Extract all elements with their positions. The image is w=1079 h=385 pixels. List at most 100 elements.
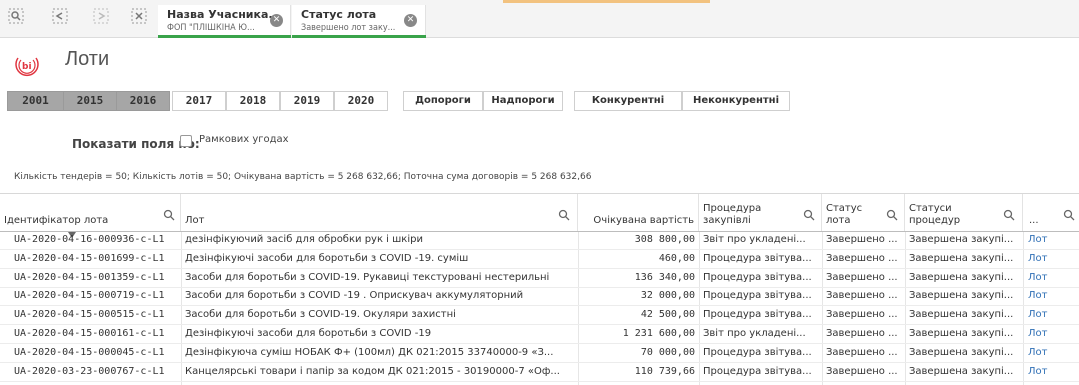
cell-lot-status: Завершено ... — [826, 252, 898, 264]
cell-procedure: Звіт про укладені... — [703, 328, 806, 339]
column-label: Процедура закупівлі — [703, 203, 762, 226]
cell-lot-id: UA-2020-04-16-000936-c-L1 — [14, 234, 165, 245]
search-icon[interactable] — [803, 206, 815, 221]
search-icon[interactable] — [1063, 206, 1075, 221]
cell-lot: Дезінфікуючі засоби для боротьби з COVID… — [185, 328, 432, 339]
table-row[interactable]: UA-2020-04-15-000045-c-L1 Дезінфікуюча су… — [0, 345, 1079, 363]
cell-lot: Дезінфікуюча суміш НОБАК Ф+ (100мл) ДК 0… — [185, 346, 554, 358]
cell-lot-id: UA-2020-04-15-000161-c-L1 — [14, 328, 165, 339]
bi-logo-icon: bi — [13, 50, 41, 78]
cell-lot: дезінфікуючий засіб для обробки рук і шк… — [185, 234, 423, 245]
table-row[interactable]: UA-2020-04-15-001699-c-L1 Дезінфікуючі за… — [0, 251, 1079, 269]
cell-procedure: Процедура звітува... — [703, 252, 812, 264]
framework-agreements-label[interactable]: Рамкових угодах — [199, 134, 289, 145]
step-forward-icon[interactable] — [90, 8, 112, 30]
cell-lot-id: UA-2020-04-15-000045-c-L1 — [14, 346, 165, 358]
selection-bar — [292, 35, 426, 38]
column-header-procedure[interactable]: Процедура закупівлі — [699, 194, 822, 232]
non-competitive-button[interactable]: Неконкурентні — [682, 91, 790, 111]
cell-procedure-status: Завершена закупі... — [909, 328, 1014, 339]
column-header-lot-id[interactable]: Ідентифікатор лота — [0, 194, 181, 232]
search-icon[interactable] — [1003, 206, 1015, 221]
close-circle-icon[interactable]: ✕ — [270, 14, 283, 27]
column-label: Лот — [185, 215, 205, 226]
selection-chip-lot-status[interactable]: Статус лота Завершено лот заку... ✕ — [292, 5, 426, 38]
column-header-lot[interactable]: Лот — [181, 194, 578, 232]
cell-expected-value: 32 000,00 — [640, 290, 695, 302]
table-row[interactable]: UA-2020-04-15-000719-c-L1 Засоби для боро… — [0, 288, 1079, 307]
year-button-2017[interactable]: 2017 — [172, 91, 226, 111]
cell-lot-status: Завершено ... — [826, 346, 898, 358]
cell-expected-value: 460,00 — [658, 252, 695, 264]
cell-procedure-status: Завершена закупі... — [909, 309, 1014, 321]
lot-link[interactable]: Лот — [1028, 328, 1068, 339]
cell-expected-value: 42 500,00 — [640, 309, 695, 321]
cell-lot-id: UA-2020-04-15-000719-c-L1 — [14, 290, 165, 302]
cell-procedure-status: Завершена закупі... — [909, 346, 1014, 358]
search-icon[interactable] — [886, 206, 898, 221]
cell-lot-id: UA-2020-04-15-000515-c-L1 — [14, 309, 165, 321]
search-icon[interactable] — [163, 206, 175, 221]
table-row[interactable]: UA-2020-04-15-000515-c-L1 Засоби для боро… — [0, 307, 1079, 326]
cell-lot-status: Завершено ... — [826, 234, 898, 245]
below-threshold-button[interactable]: Допороги — [403, 91, 483, 111]
column-label: Статус лота — [826, 203, 863, 226]
cell-procedure: Процедура звітува... — [703, 309, 812, 321]
column-label: ... — [1029, 215, 1039, 226]
table-row[interactable]: UA-2020-04-15-000161-c-L1 Дезінфікуючі за… — [0, 326, 1079, 344]
lot-link[interactable]: Лот — [1028, 366, 1068, 377]
selection-value: Завершено лот заку... — [301, 23, 396, 33]
cell-lot: Канцелярські товари і папір за кодом ДК … — [185, 365, 560, 377]
zoom-selection-icon[interactable] — [5, 8, 27, 30]
year-button-2016[interactable]: 2016 — [116, 91, 170, 111]
framework-agreements-checkbox[interactable] — [180, 135, 192, 147]
cell-lot: Засоби для боротьби з COVID -19 . Оприск… — [185, 290, 524, 302]
cell-lot-status: Завершено ... — [826, 271, 898, 283]
selection-chip-participant[interactable]: Назва Учасника... ФОП "ПЛІШКІНА Ю... ✕ — [158, 5, 291, 38]
column-header-expected-value[interactable]: Очікувана вартість — [578, 194, 699, 232]
cell-procedure: Процедура звітува... — [703, 365, 812, 377]
cell-lot: Засоби для боротьби з COVID-19. Окуляри … — [185, 309, 456, 321]
column-label: Очікувана вартість — [593, 215, 694, 226]
above-threshold-button[interactable]: Надпороги — [483, 91, 563, 111]
lot-link[interactable]: Лот — [1028, 253, 1068, 264]
summary-text: Кількість тендерів = 50; Кількість лотів… — [14, 172, 592, 182]
cell-procedure: Процедура звітува... — [703, 346, 812, 358]
page-title: Лоти — [65, 48, 110, 70]
table-row[interactable]: UA-2020-04-15-001359-c-L1 Засоби для боро… — [0, 270, 1079, 288]
search-icon[interactable] — [558, 206, 570, 221]
lot-link[interactable]: Лот — [1028, 290, 1068, 301]
lot-link[interactable]: Лот — [1028, 309, 1068, 320]
year-button-2019[interactable]: 2019 — [280, 91, 334, 111]
column-label: Статуси процедур — [909, 203, 961, 226]
close-circle-icon[interactable]: ✕ — [404, 14, 417, 27]
step-back-icon[interactable] — [49, 8, 71, 30]
year-button-2015[interactable]: 2015 — [63, 91, 117, 111]
clear-selections-icon[interactable] — [128, 8, 150, 30]
lot-link[interactable]: Лот — [1028, 272, 1068, 283]
column-header-more[interactable]: ... — [1023, 194, 1079, 232]
column-header-lot-status[interactable]: Статус лота — [822, 194, 905, 232]
selection-title: Статус лота — [301, 8, 377, 21]
lot-link[interactable]: Лот — [1028, 347, 1068, 358]
selection-title: Назва Учасника... — [167, 8, 281, 21]
column-label: Ідентифікатор лота — [4, 215, 109, 226]
cell-lot: Дезінфікуючі засоби для боротьби з COVID… — [185, 252, 469, 264]
lot-link[interactable]: Лот — [1028, 234, 1068, 245]
year-button-2020[interactable]: 2020 — [334, 91, 388, 111]
cell-lot: Засоби для боротьби з COVID-19. Рукавиці… — [185, 271, 550, 283]
table-row[interactable]: UA-2020-03-23-000767-c-L1 Канцелярські то… — [0, 364, 1079, 382]
column-header-procedure-statuses[interactable]: Статуси процедур — [905, 194, 1023, 232]
competitive-button[interactable]: Конкурентні — [574, 91, 682, 111]
year-button-2018[interactable]: 2018 — [226, 91, 280, 111]
cell-expected-value: 110 739,66 — [634, 365, 695, 377]
year-button-2001[interactable]: 2001 — [7, 91, 64, 111]
table-row[interactable]: UA-2020-04-16-000936-c-L1 дезінфікуючий з… — [0, 232, 1079, 250]
cell-expected-value: 70 000,00 — [640, 346, 695, 358]
cell-procedure-status: Завершена закупі... — [909, 234, 1014, 245]
cell-lot-status: Завершено ... — [826, 309, 898, 321]
selections-bar: Назва Учасника... ФОП "ПЛІШКІНА Ю... ✕ С… — [0, 0, 1079, 38]
cell-lot-id: UA-2020-03-23-000767-c-L1 — [14, 365, 165, 377]
accent-strip — [503, 0, 710, 3]
cell-procedure-status: Завершена закупі... — [909, 271, 1014, 283]
